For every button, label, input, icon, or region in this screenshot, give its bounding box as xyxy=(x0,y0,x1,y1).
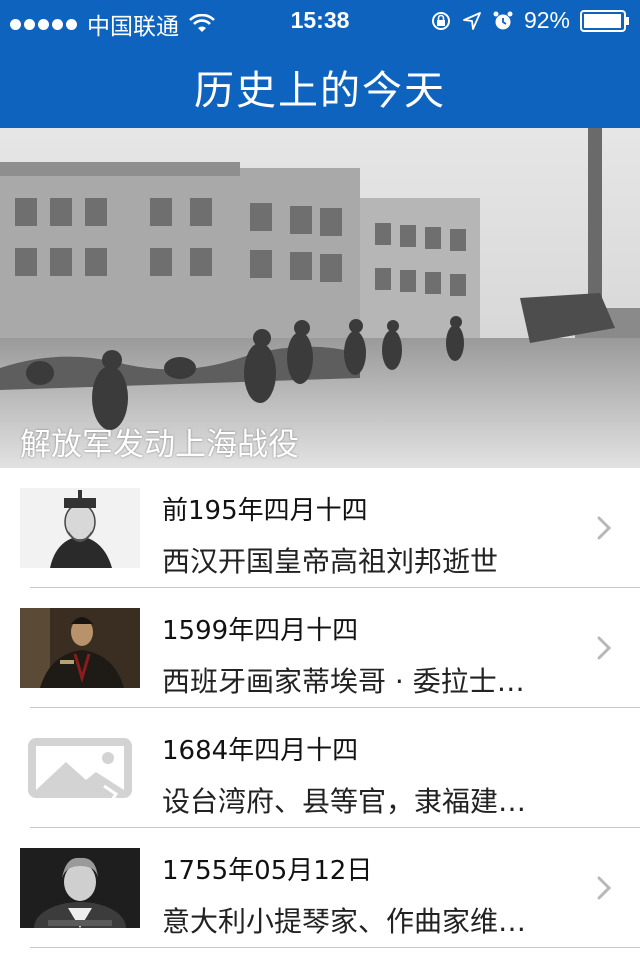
page-title: 历史上的今天 xyxy=(194,68,446,114)
event-description: 西班牙画家蒂埃哥 · 委拉士… xyxy=(162,665,525,698)
banner-caption: 解放军发动上海战役 xyxy=(20,427,299,463)
rotation-lock-icon xyxy=(431,11,450,30)
status-bar: 中国联通 15:38 92% xyxy=(0,0,640,40)
alarm-clock-icon xyxy=(493,11,513,29)
nav-bar: 历史上的今天 xyxy=(0,40,640,128)
divider xyxy=(30,947,640,948)
event-description: 意大利小提琴家、作曲家维… xyxy=(162,905,527,938)
thumbnail xyxy=(20,488,140,568)
event-date: 1755年05月12日 xyxy=(162,856,373,886)
list-item[interactable]: 1684年四月十四 设台湾府、县等官，隶福建… xyxy=(0,708,640,828)
location-arrow-icon xyxy=(463,11,481,30)
portrait-image xyxy=(20,488,140,568)
event-date: 1684年四月十四 xyxy=(162,736,359,766)
thumbnail xyxy=(20,728,140,808)
portrait-image xyxy=(20,848,140,928)
list-item[interactable]: 1755年05月12日 意大利小提琴家、作曲家维… xyxy=(0,828,640,948)
placeholder-image-icon xyxy=(20,728,140,808)
portrait-image xyxy=(20,608,140,688)
list-item[interactable]: 前195年四月十四 西汉开国皇帝高祖刘邦逝世 xyxy=(0,468,640,588)
event-date: 1599年四月十四 xyxy=(162,616,359,646)
event-description: 设台湾府、县等官，隶福建… xyxy=(162,785,527,818)
featured-banner[interactable]: 解放军发动上海战役 xyxy=(0,128,640,468)
event-date: 前195年四月十四 xyxy=(162,496,368,526)
chevron-right-icon xyxy=(597,516,612,540)
event-description: 西汉开国皇帝高祖刘邦逝世 xyxy=(162,545,499,578)
thumbnail xyxy=(20,848,140,928)
thumbnail xyxy=(20,608,140,688)
chevron-right-icon xyxy=(597,876,612,900)
chevron-right-icon xyxy=(597,636,612,660)
battery-icon xyxy=(580,9,629,32)
event-list: 前195年四月十四 西汉开国皇帝高祖刘邦逝世 1599年四月十四 西班牙画家蒂埃… xyxy=(0,468,640,948)
list-item[interactable]: 1599年四月十四 西班牙画家蒂埃哥 · 委拉士… xyxy=(0,588,640,708)
banner-photo xyxy=(0,128,640,468)
battery-percent: 92% xyxy=(523,7,570,33)
